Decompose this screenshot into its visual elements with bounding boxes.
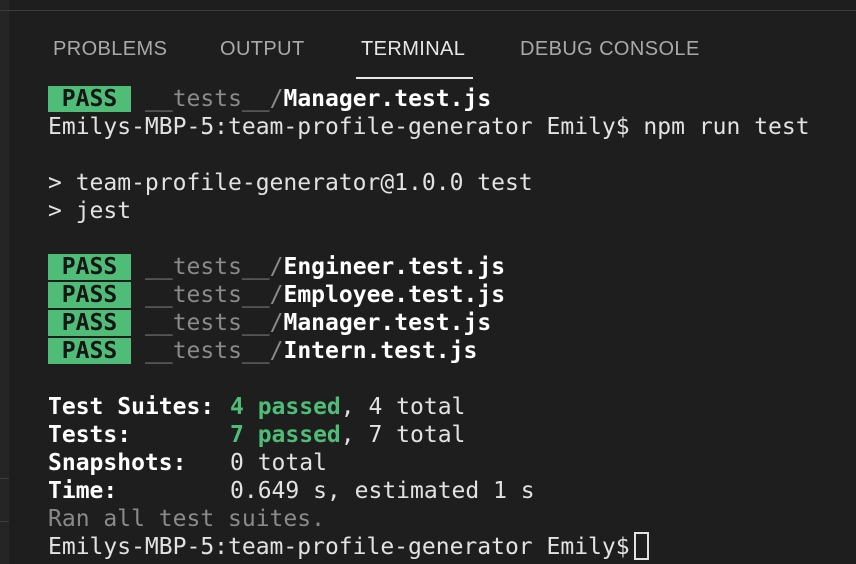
summary-tests-line: Tests: 7 passed, 7 total xyxy=(48,421,848,449)
test-file: Manager.test.js xyxy=(283,310,492,336)
tab-output[interactable]: OUTPUT xyxy=(220,38,305,61)
final-prompt-line[interactable]: Emilys-MBP-5:team-profile-generator Emil… xyxy=(48,532,848,561)
summary-label: Tests: xyxy=(48,422,132,448)
test-dir: __tests__/ xyxy=(145,86,284,112)
summary-label: Test Suites: xyxy=(48,394,215,420)
summary-total: , 7 total xyxy=(340,422,466,448)
tab-terminal[interactable]: TERMINAL xyxy=(361,38,465,61)
summary-passed: 4 passed xyxy=(230,394,341,420)
prompt-text: Emilys-MBP-5:team-profile-generator Emil… xyxy=(48,534,630,560)
pass-badge: PASS xyxy=(48,86,131,112)
ran-all-line: Ran all test suites. xyxy=(48,506,325,532)
summary-value: 0.649 s, estimated 1 s xyxy=(230,478,535,504)
summary-snapshots-line: Snapshots: 0 total xyxy=(48,449,848,477)
summary-suites-line: Test Suites: 4 passed, 4 total xyxy=(48,393,848,421)
test-result-line: PASS __tests__/Engineer.test.js xyxy=(48,253,848,281)
active-tab-indicator xyxy=(356,77,473,79)
pass-badge: PASS xyxy=(48,254,131,280)
script-line: > jest xyxy=(48,198,132,224)
tab-problems[interactable]: PROBLEMS xyxy=(53,38,167,61)
summary-label: Snapshots: xyxy=(48,450,187,476)
test-dir: __tests__/ xyxy=(145,310,284,336)
test-result-line: PASS __tests__/Employee.test.js xyxy=(48,281,848,309)
test-dir: __tests__/ xyxy=(145,254,284,280)
summary-label: Time: xyxy=(48,478,118,504)
pass-badge: PASS xyxy=(48,282,131,308)
summary-time-line: Time: 0.649 s, estimated 1 s xyxy=(48,477,848,505)
test-result-line: PASS __tests__/Intern.test.js xyxy=(48,337,848,365)
panel-divider xyxy=(0,478,9,479)
test-file: Intern.test.js xyxy=(283,338,478,364)
pass-badge: PASS xyxy=(48,310,131,336)
summary-total: , 4 total xyxy=(340,394,466,420)
test-dir: __tests__/ xyxy=(145,338,284,364)
summary-passed: 7 passed xyxy=(230,422,341,448)
panel-tab-bar: PROBLEMS OUTPUT TERMINAL DEBUG CONSOLE xyxy=(9,11,856,81)
test-file: Manager.test.js xyxy=(283,86,492,112)
panel-divider xyxy=(0,521,9,522)
test-result-line: PASS __tests__/Manager.test.js xyxy=(48,309,848,337)
test-file: Engineer.test.js xyxy=(283,254,506,280)
terminal-cursor xyxy=(633,532,649,560)
summary-value: 0 total xyxy=(230,450,327,476)
test-result-line: PASS __tests__/Manager.test.js xyxy=(48,85,848,113)
script-line: > team-profile-generator@1.0.0 test xyxy=(48,170,533,196)
pass-badge: PASS xyxy=(48,338,131,364)
prompt-command-line: Emilys-MBP-5:team-profile-generator Emil… xyxy=(48,114,810,140)
terminal-output[interactable]: PASS __tests__/Manager.test.js Emilys-MBP… xyxy=(48,85,848,561)
test-dir: __tests__/ xyxy=(145,282,284,308)
test-file: Employee.test.js xyxy=(283,282,506,308)
tab-debug-console[interactable]: DEBUG CONSOLE xyxy=(520,38,700,61)
side-panel-edge xyxy=(0,0,9,564)
